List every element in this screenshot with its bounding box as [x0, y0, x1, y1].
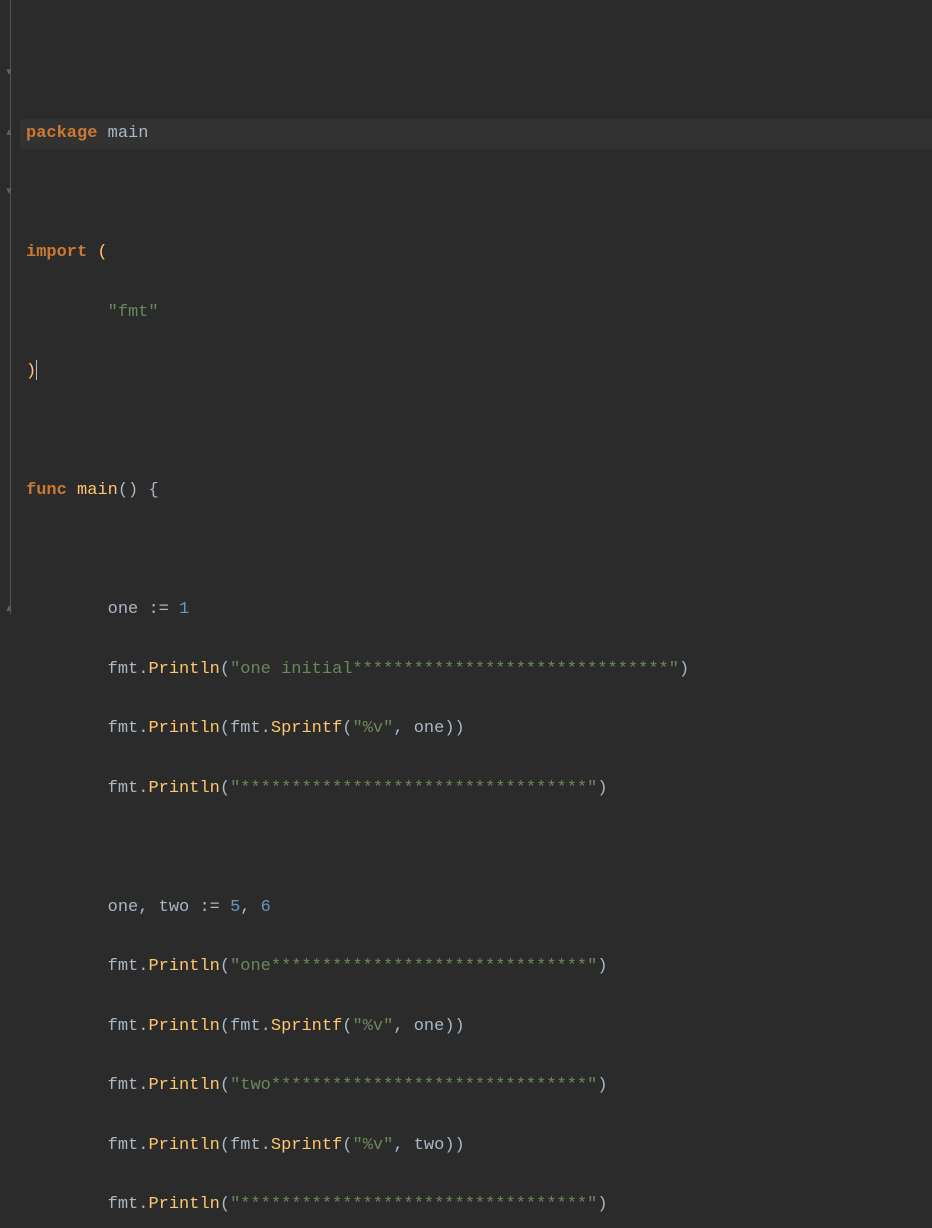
keyword-package: package: [26, 124, 97, 143]
code-area[interactable]: package main import ( "fmt" ) func main(…: [20, 0, 932, 614]
parens: (): [118, 481, 138, 500]
literal-6: 6: [261, 898, 271, 917]
code-editor[interactable]: ▾ ▴ ▾ ▴ package main import ( "fmt" ) fu…: [0, 0, 932, 614]
import-path: "fmt": [108, 303, 159, 322]
gutter: ▾ ▴ ▾ ▴: [0, 0, 20, 614]
decl-op: :=: [148, 600, 168, 619]
string-literal: "one initial****************************…: [230, 660, 679, 679]
var-decl: one, two: [108, 898, 190, 917]
fold-icon[interactable]: ▾: [2, 66, 16, 80]
var-one: one: [108, 600, 139, 619]
literal-1: 1: [179, 600, 189, 619]
call-println: Println: [148, 660, 219, 679]
var-two: two: [414, 1136, 445, 1155]
literal-5: 5: [230, 898, 240, 917]
pkg-fmt: fmt: [108, 660, 139, 679]
fold-icon[interactable]: ▾: [2, 185, 16, 199]
brace-open: {: [148, 481, 158, 500]
text-caret: [36, 360, 37, 380]
keyword-func: func: [26, 481, 67, 500]
fold-icon[interactable]: ▴: [2, 126, 16, 140]
paren-close: ): [26, 362, 36, 381]
paren-open: (: [97, 243, 107, 262]
package-name: main: [108, 124, 149, 143]
keyword-import: import: [26, 243, 87, 262]
func-name: main: [77, 481, 118, 500]
call-sprintf: Sprintf: [271, 719, 342, 738]
